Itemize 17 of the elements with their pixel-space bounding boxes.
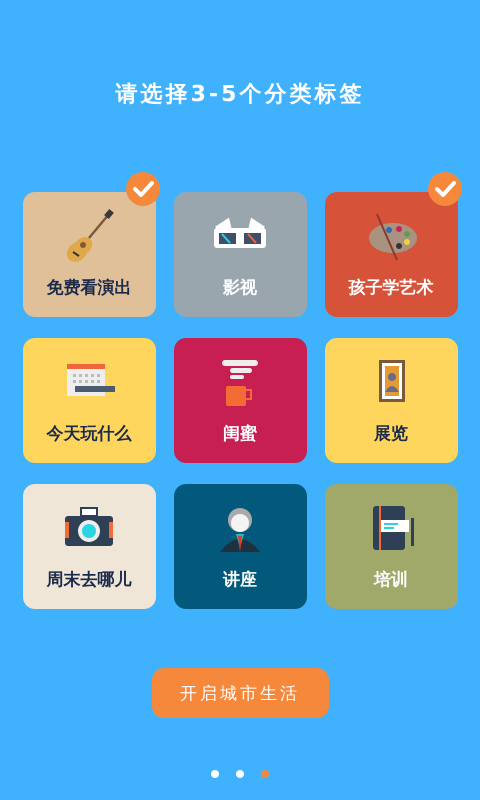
category-tile[interactable]: 闺蜜	[174, 338, 306, 463]
page-title: 请选择3-5个分类标签	[116, 81, 364, 109]
category-label: 培训	[374, 569, 408, 591]
category-tile[interactable]: 孩子学艺术	[324, 192, 458, 317]
category-label: 免费看演出	[46, 277, 132, 299]
category-label: 影视	[223, 277, 257, 299]
category-label: 展览	[374, 423, 408, 445]
category-tile[interactable]: 讲座	[174, 484, 306, 609]
category-label: 讲座	[223, 569, 257, 591]
category-label: 今天玩什么	[46, 423, 132, 445]
category-label: 闺蜜	[223, 423, 257, 445]
category-tile[interactable]: 展览	[324, 338, 458, 463]
category-tile[interactable]: 今天玩什么	[22, 338, 156, 463]
category-label: 周末去哪儿	[46, 569, 132, 591]
category-tile[interactable]: 周末去哪儿	[22, 484, 156, 609]
category-tile[interactable]: 免费看演出	[22, 192, 156, 317]
category-label: 孩子学艺术	[348, 277, 434, 299]
